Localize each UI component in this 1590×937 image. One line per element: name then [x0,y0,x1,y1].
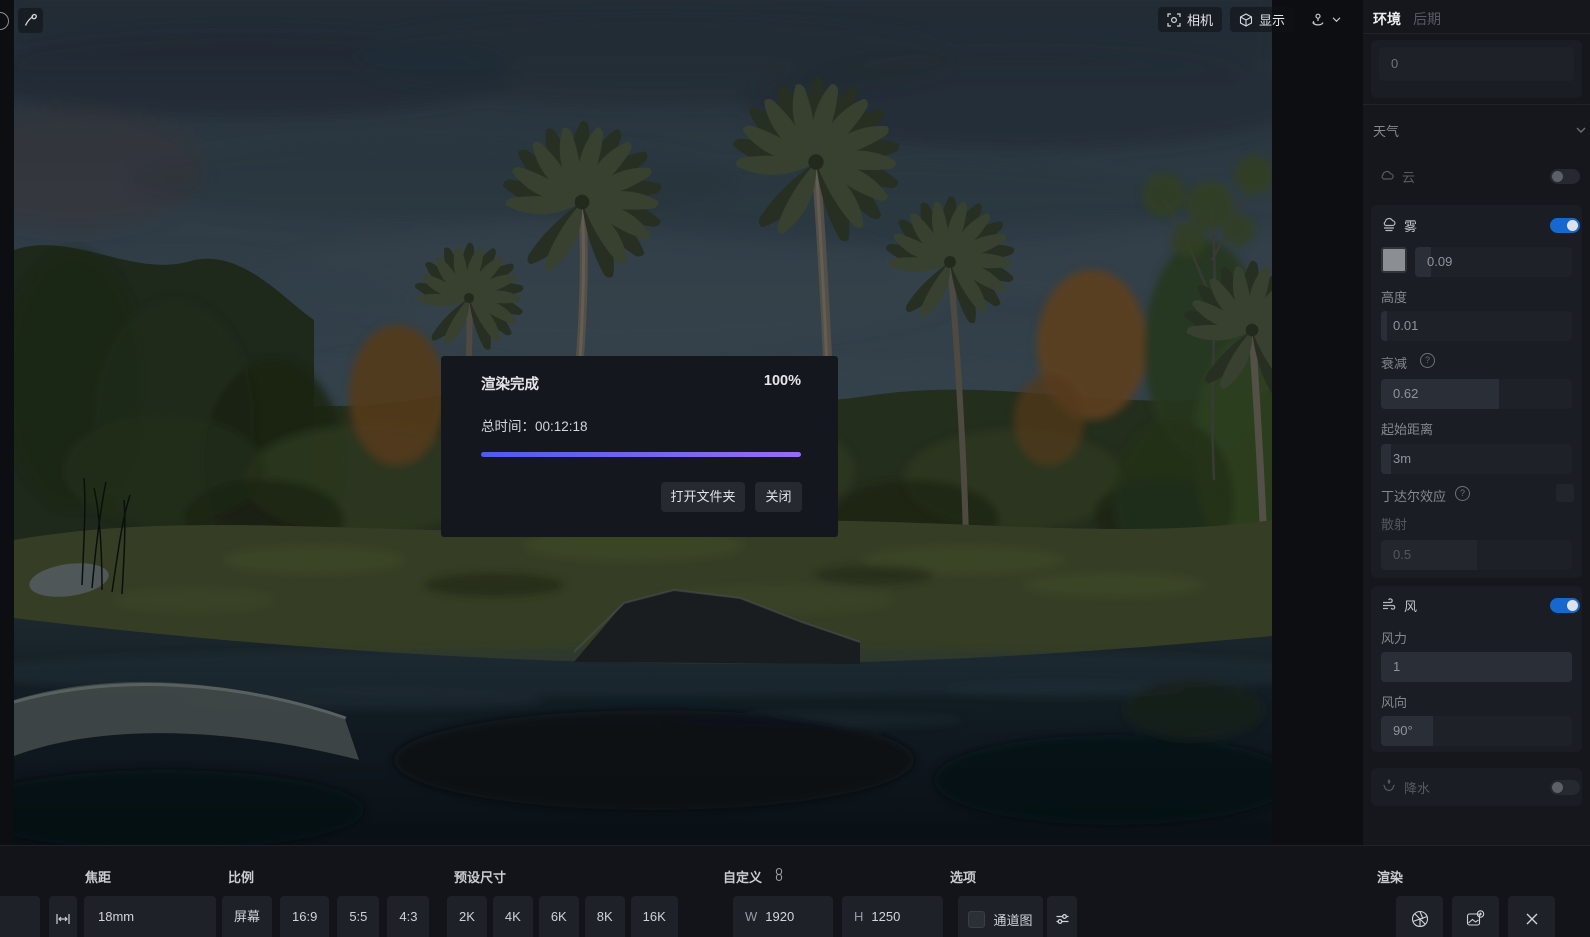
sliders-icon [1055,912,1070,926]
sun-value-input[interactable]: 0 [1379,47,1574,81]
weather-header: 天气 [1373,121,1399,140]
wind-force-input[interactable]: 1 [1381,652,1572,682]
brush-icon [23,13,38,28]
focal-length-label: 焦距 [85,867,111,886]
open-folder-button[interactable]: 打开文件夹 [661,482,745,512]
weather-collapse-chevron-icon[interactable] [1576,126,1586,134]
aspect-link-icon[interactable] [773,867,785,882]
close-dialog-button[interactable]: 关闭 [755,482,802,512]
camera-label: 相机 [1187,10,1213,29]
cube-icon [1239,13,1253,27]
close-icon [1525,912,1539,926]
help-icon[interactable]: ? [1455,486,1470,501]
render-options-button[interactable] [1047,896,1077,937]
fog-toggle[interactable] [1550,218,1580,233]
progress-bar [481,452,801,457]
total-time: 总时间：00:12:18 [481,415,588,435]
cloud-label: 云 [1402,167,1415,186]
ratio-group: 屏幕16:95:54:3 [222,896,429,937]
chevron-down-icon [1332,16,1341,23]
fog-start-distance-label: 起始距离 [1381,419,1433,438]
fog-start-distance-input[interactable]: 3m [1381,444,1572,474]
tab-environment[interactable]: 环境 [1373,9,1401,29]
channel-map-label: 通道图 [993,910,1032,929]
preset-option-2K[interactable]: 2K [447,896,487,937]
display-label: 显示 [1259,10,1285,29]
preset-option-6K[interactable]: 6K [539,896,579,937]
render-complete-dialog: 渲染完成 100% 总时间：00:12:18 打开文件夹 关闭 [441,356,838,537]
fog-icon [1381,217,1397,232]
rain-toggle[interactable] [1550,780,1580,795]
custom-height-input[interactable]: H1250 [842,896,943,937]
scatter-input[interactable]: 0.5 [1381,540,1572,570]
cloud-toggle[interactable] [1550,169,1580,184]
custom-size-label: 自定义 [723,867,762,886]
focal-length-input[interactable]: 18mm [84,896,216,937]
ratio-option-屏幕[interactable]: 屏幕 [222,896,272,937]
ratio-option-5:5[interactable]: 5:5 [337,896,379,937]
render-label: 渲染 [1377,867,1403,886]
render-video-button[interactable] [1452,896,1499,937]
preset-option-4K[interactable]: 4K [493,896,533,937]
preset-option-16K[interactable]: 16K [631,896,678,937]
app-window: 相机 显示 渲染完成 100% 总时间：00:12:18 打开文件夹 关闭 [0,0,1590,937]
custom-width-input[interactable]: W1920 [733,896,833,937]
ratio-label: 比例 [228,867,254,886]
dialog-title: 渲染完成 [481,373,539,394]
divider [1363,104,1590,105]
cancel-render-button[interactable] [1508,896,1555,937]
help-icon[interactable]: ? [1420,353,1435,368]
tab-post-processing[interactable]: 后期 [1413,9,1441,29]
partial-left-button[interactable] [0,896,40,937]
view-mode-dropdown[interactable] [1292,7,1358,32]
fog-color-swatch[interactable] [1381,247,1407,273]
wind-icon [1381,597,1397,611]
total-time-value: 00:12:18 [535,419,588,434]
wind-direction-input[interactable]: 90° [1381,716,1572,746]
fog-height-input[interactable]: 0.01 [1381,311,1572,341]
ratio-option-16:9[interactable]: 16:9 [280,896,329,937]
wind-toggle[interactable] [1550,598,1580,613]
wind-direction-label: 风向 [1381,692,1407,711]
divider [1363,33,1590,34]
preset-size-label: 预设尺寸 [454,867,506,886]
edge-partial-icon [0,12,9,30]
render-percent: 100% [764,373,801,389]
brush-tool-button[interactable] [18,8,43,33]
options-label: 选项 [950,867,976,886]
image-plus-icon [1466,910,1485,928]
total-time-label: 总时间： [481,419,535,434]
tyndall-label: 丁达尔效应 [1381,486,1446,505]
fog-intensity-input[interactable]: 0.09 [1415,247,1572,277]
render-settings-bar: 焦距 比例 预设尺寸 自定义 选项 渲染 18mm 屏幕16:95:54:3 2… [0,845,1590,937]
fog-falloff-label: 衰减 [1381,353,1407,372]
orbit-person-icon [1310,12,1326,28]
channel-map-checkbox[interactable] [968,911,985,928]
render-image-button[interactable] [1396,896,1443,937]
focal-width-button[interactable] [49,896,77,937]
width-arrows-icon [56,912,70,926]
scatter-label: 散射 [1381,514,1407,533]
cloud-icon [1379,168,1395,182]
wind-force-label: 风力 [1381,628,1407,647]
wind-label: 风 [1404,596,1417,615]
fog-label: 雾 [1404,216,1417,235]
rain-icon [1381,777,1397,793]
display-button[interactable]: 显示 [1230,7,1294,32]
preset-option-8K[interactable]: 8K [585,896,625,937]
aperture-icon [1411,910,1429,928]
channel-map-button[interactable]: 通道图 [958,896,1043,937]
preset-group: 2K4K6K8K16K [447,896,678,937]
fog-falloff-input[interactable]: 0.62 [1381,379,1572,409]
ratio-option-4:3[interactable]: 4:3 [387,896,429,937]
camera-focus-icon [1167,13,1181,27]
rain-label: 降水 [1404,778,1430,797]
camera-button[interactable]: 相机 [1158,7,1222,32]
fog-height-label: 高度 [1381,287,1407,306]
tyndall-toggle[interactable] [1556,484,1574,502]
